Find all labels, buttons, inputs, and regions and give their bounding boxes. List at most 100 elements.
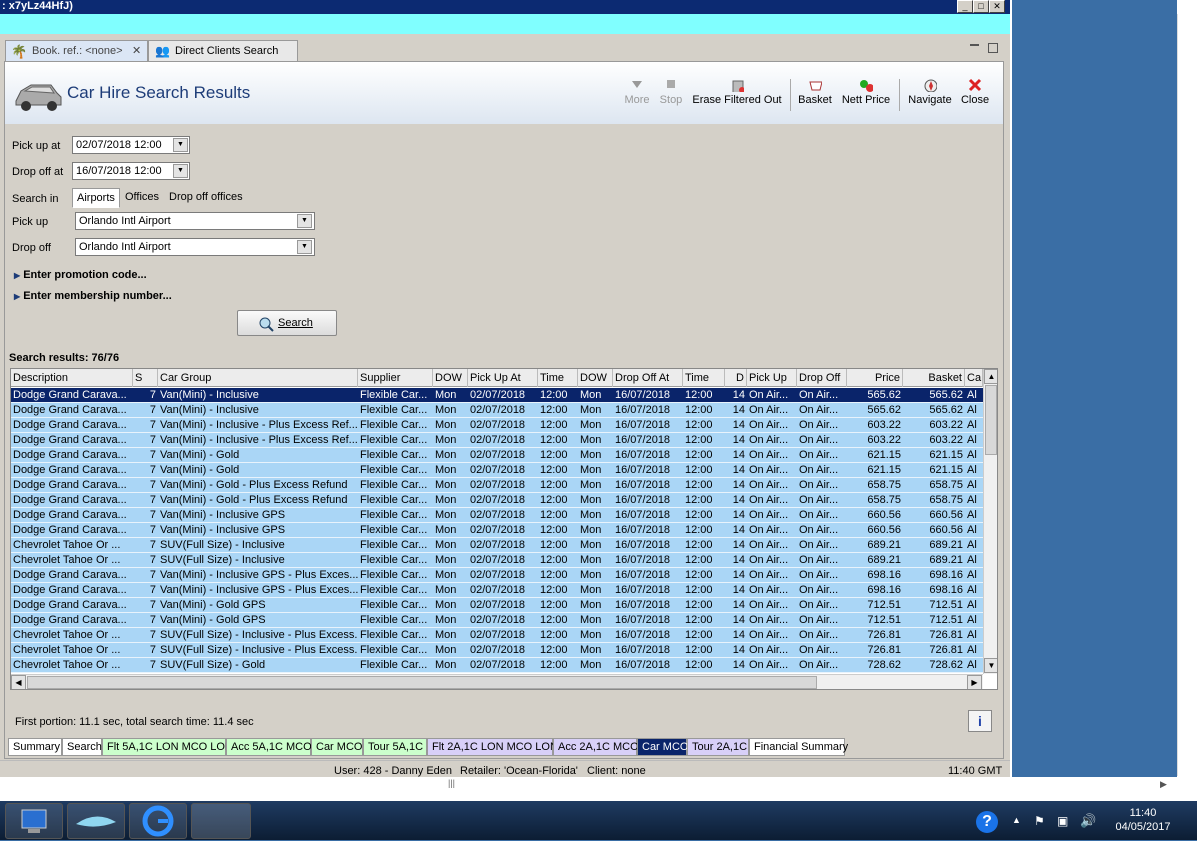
pickup-location-select[interactable]: Orlando Intl Airport <box>75 212 315 230</box>
column-header[interactable]: Pick Up At <box>468 369 538 387</box>
table-row[interactable]: Dodge Grand Carava... 7 Van(Mini) - Inclus… <box>11 388 983 403</box>
chevron-down-icon[interactable]: ▼ <box>173 138 188 152</box>
column-header[interactable]: Time <box>538 369 578 387</box>
table-row[interactable]: Dodge Grand Carava... 7 Van(Mini) - Inclus… <box>11 523 983 538</box>
table-row[interactable]: Dodge Grand Carava... 7 Van(Mini) - Inclus… <box>11 403 983 418</box>
network-icon[interactable]: ▣ <box>1057 814 1068 828</box>
dropoff-location-select[interactable]: Orlando Intl Airport <box>75 238 315 256</box>
minimize-button[interactable]: _ <box>957 0 973 13</box>
table-cell: 14 <box>732 554 745 566</box>
promotion-code-expander[interactable]: ▶ Enter promotion code... <box>14 269 147 281</box>
horizontal-scrollbar[interactable]: ◀ ▶ <box>11 674 983 689</box>
scroll-right-icon[interactable]: ▶ <box>1160 779 1167 790</box>
column-header[interactable]: Drop Off <box>797 369 847 387</box>
column-header[interactable]: Time <box>683 369 725 387</box>
table-cell: 14 <box>732 509 745 521</box>
close-icon[interactable]: ✕ <box>132 44 141 57</box>
table-row[interactable]: Chevrolet Tahoe Or ... 7 SUV(Full Size) - … <box>11 628 983 643</box>
help-icon[interactable]: ? <box>976 811 998 833</box>
info-icon[interactable]: i <box>968 710 992 732</box>
bottom-tab[interactable]: Acc 5A,1C MCO <box>226 738 312 756</box>
column-header[interactable]: Car Group <box>158 369 358 387</box>
table-row[interactable]: Dodge Grand Carava... 7 Van(Mini) - Gold -… <box>11 493 983 508</box>
bottom-tab[interactable]: Car MCO <box>311 738 363 756</box>
maximize-button[interactable]: □ <box>973 0 989 13</box>
bottom-tab[interactable]: Flt 2A,1C LON MCO LON <box>427 738 558 756</box>
taskbar-active-window[interactable] <box>191 803 251 839</box>
column-header[interactable]: Basket <box>903 369 965 387</box>
vertical-scrollbar[interactable]: ▲ ▼ <box>983 369 997 674</box>
taskbar-g-icon[interactable] <box>129 803 187 839</box>
basket-button[interactable]: Basket <box>797 78 833 106</box>
table-row[interactable]: Dodge Grand Carava... 7 Van(Mini) - Inclus… <box>11 583 983 598</box>
tray-clock[interactable]: 11:40 04/05/2017 <box>1113 807 1173 833</box>
scroll-thumb[interactable] <box>985 385 997 455</box>
column-header[interactable]: Drop Off At <box>613 369 683 387</box>
outer-scrollbar[interactable] <box>1177 14 1189 776</box>
bottom-tab[interactable]: Car MCO <box>637 738 688 756</box>
table-row[interactable]: Dodge Grand Carava... 7 Van(Mini) - Gold Fl… <box>11 448 983 463</box>
chevron-down-icon[interactable]: ▼ <box>297 240 312 254</box>
resize-grip[interactable]: ||| <box>448 778 455 788</box>
more-button[interactable]: More <box>624 78 650 106</box>
status-client: Client: none <box>587 765 646 777</box>
bottom-tab[interactable]: Flt 5A,1C LON MCO LON <box>102 738 233 756</box>
bottom-tab[interactable]: Tour 5A,1C <box>363 738 427 756</box>
column-header[interactable]: Pick Up <box>747 369 797 387</box>
table-row[interactable]: Chevrolet Tahoe Or ... 7 SUV(Full Size) - … <box>11 553 983 568</box>
column-header[interactable]: Supplier <box>358 369 433 387</box>
bottom-tab[interactable]: Tour 2A,1C <box>687 738 749 756</box>
nett-price-button[interactable]: Nett Price <box>840 78 892 106</box>
column-header[interactable]: D <box>725 369 747 387</box>
table-row[interactable]: Dodge Grand Carava... 7 Van(Mini) - Gold -… <box>11 478 983 493</box>
chevron-down-icon[interactable]: ▼ <box>297 214 312 228</box>
column-header[interactable]: Ca <box>965 369 983 387</box>
bottom-tab[interactable]: Summary <box>8 738 62 756</box>
table-row[interactable]: Dodge Grand Carava... 7 Van(Mini) - Gold Fl… <box>11 463 983 478</box>
table-header: Description S Car Group Supplier DOW Pick Up … <box>11 369 983 387</box>
scroll-left-icon[interactable]: ◀ <box>11 675 26 689</box>
bottom-tab[interactable]: Acc 2A,1C MCO <box>553 738 639 756</box>
table-row[interactable]: Dodge Grand Carava... 7 Van(Mini) - Inclus… <box>11 418 983 433</box>
tray-expand-icon[interactable]: ▲ <box>1012 815 1021 825</box>
column-header[interactable]: Description <box>11 369 133 387</box>
tab-booking[interactable]: 🌴 Book. ref.: <none> ✕ <box>5 40 148 62</box>
panel-maximize-icon[interactable] <box>988 43 998 53</box>
table-row[interactable]: Dodge Grand Carava... 7 Van(Mini) - Gold G… <box>11 613 983 628</box>
column-header[interactable]: DOW <box>578 369 613 387</box>
navigate-button[interactable]: Navigate <box>906 78 954 106</box>
table-row[interactable]: Dodge Grand Carava... 7 Van(Mini) - Inclus… <box>11 568 983 583</box>
search-button[interactable]: Search <box>237 310 337 336</box>
column-header[interactable]: S <box>133 369 158 387</box>
window-close-button[interactable]: ✕ <box>989 0 1005 13</box>
scroll-right-icon[interactable]: ▶ <box>967 675 982 689</box>
table-cell: 14 <box>732 614 745 626</box>
erase-filtered-out-button[interactable]: Erase Filtered Out <box>692 78 782 106</box>
search-in-dropoff-offices[interactable]: Drop off offices <box>165 188 247 208</box>
flag-icon[interactable]: ⚑ <box>1034 814 1045 828</box>
table-row[interactable]: Dodge Grand Carava... 7 Van(Mini) - Inclus… <box>11 433 983 448</box>
column-header[interactable]: Price <box>847 369 903 387</box>
taskbar-app-icon[interactable] <box>67 803 125 839</box>
bottom-tab[interactable]: Search <box>62 738 102 756</box>
table-row[interactable]: Dodge Grand Carava... 7 Van(Mini) - Inclus… <box>11 508 983 523</box>
tab-direct-clients-search[interactable]: 👥 Direct Clients Search <box>148 40 298 62</box>
chevron-down-icon[interactable]: ▼ <box>173 164 188 178</box>
membership-number-expander[interactable]: ▶ Enter membership number... <box>14 290 172 302</box>
bottom-tab[interactable]: Financial Summary <box>749 738 848 756</box>
panel-minimize-icon[interactable] <box>970 44 979 47</box>
search-in-airports[interactable]: Airports <box>72 188 120 208</box>
close-button[interactable]: Close <box>960 78 990 106</box>
scroll-thumb[interactable] <box>27 676 817 689</box>
taskbar-computer-icon[interactable] <box>5 803 63 839</box>
search-in-offices[interactable]: Offices <box>121 188 163 208</box>
table-row[interactable]: Chevrolet Tahoe Or ... 7 SUV(Full Size) - … <box>11 658 983 673</box>
table-row[interactable]: Chevrolet Tahoe Or ... 7 SUV(Full Size) - … <box>11 538 983 553</box>
scroll-down-icon[interactable]: ▼ <box>984 658 997 673</box>
speaker-icon[interactable]: 🔊 <box>1080 813 1096 829</box>
scroll-up-icon[interactable]: ▲ <box>984 369 997 384</box>
stop-button[interactable]: Stop <box>658 78 684 106</box>
column-header[interactable]: DOW <box>433 369 468 387</box>
table-row[interactable]: Chevrolet Tahoe Or ... 7 SUV(Full Size) - … <box>11 643 983 658</box>
table-row[interactable]: Dodge Grand Carava... 7 Van(Mini) - Gold G… <box>11 598 983 613</box>
